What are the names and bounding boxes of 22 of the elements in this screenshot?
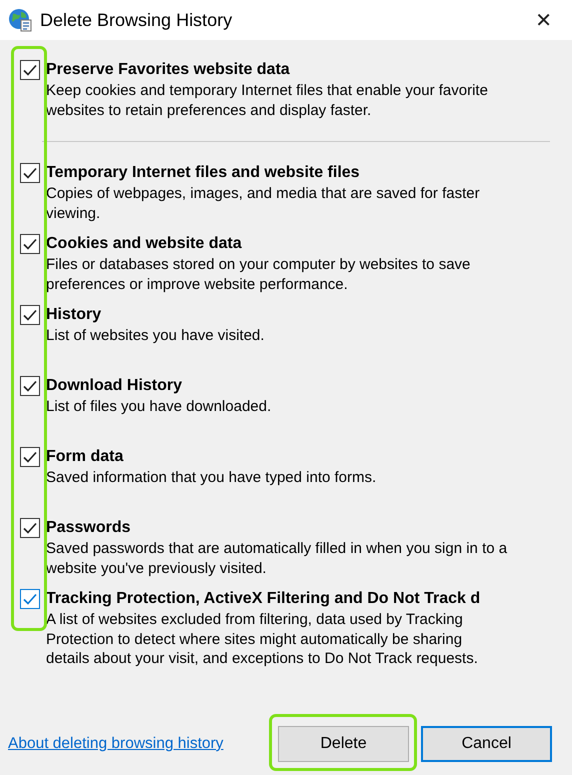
option-label: History xyxy=(46,305,102,325)
cancel-button[interactable]: Cancel xyxy=(421,726,552,762)
option-label: Preserve Favorites website data xyxy=(46,60,291,80)
option-description: List of websites you have visited. xyxy=(46,326,266,346)
option-description: Files or databases stored on your computer by websites to save preferences or improve website performance. xyxy=(46,255,472,294)
close-button[interactable]: ✕ xyxy=(531,8,556,32)
help-link[interactable]: About deleting browsing history xyxy=(8,735,266,753)
globe-icon xyxy=(8,8,32,32)
option-label: Form data xyxy=(46,447,124,467)
option-label: Download History xyxy=(46,376,184,396)
option-label: Cookies and website data xyxy=(46,234,243,254)
option-description: Keep cookies and temporary Internet files that enable your favorite websites to retain preferences and display faster. xyxy=(46,81,489,120)
window-title: Delete Browsing History xyxy=(40,10,234,30)
option-label: Passwords xyxy=(46,518,132,538)
option-label: Tracking Protection, ActiveX Filtering and Do Not Track d xyxy=(46,589,482,609)
delete-button[interactable]: Delete xyxy=(278,726,409,762)
option-description: List of files you have downloaded. xyxy=(46,397,272,416)
option-description: Saved information that you have typed into forms. xyxy=(46,468,378,488)
option-description: Saved passwords that are automatically filled in when you sign in to a website you've previously visited. xyxy=(46,539,508,578)
option-label: Temporary Internet files and website files xyxy=(46,163,361,183)
option-description: Copies of webpages, images, and media that are saved for faster viewing. xyxy=(46,184,481,223)
option-description: A list of websites excluded from filtering, data used by Tracking Protection to detect where sites might automatically be sharing details about your visit, and exceptions to Do Not Track requests. xyxy=(46,610,479,668)
